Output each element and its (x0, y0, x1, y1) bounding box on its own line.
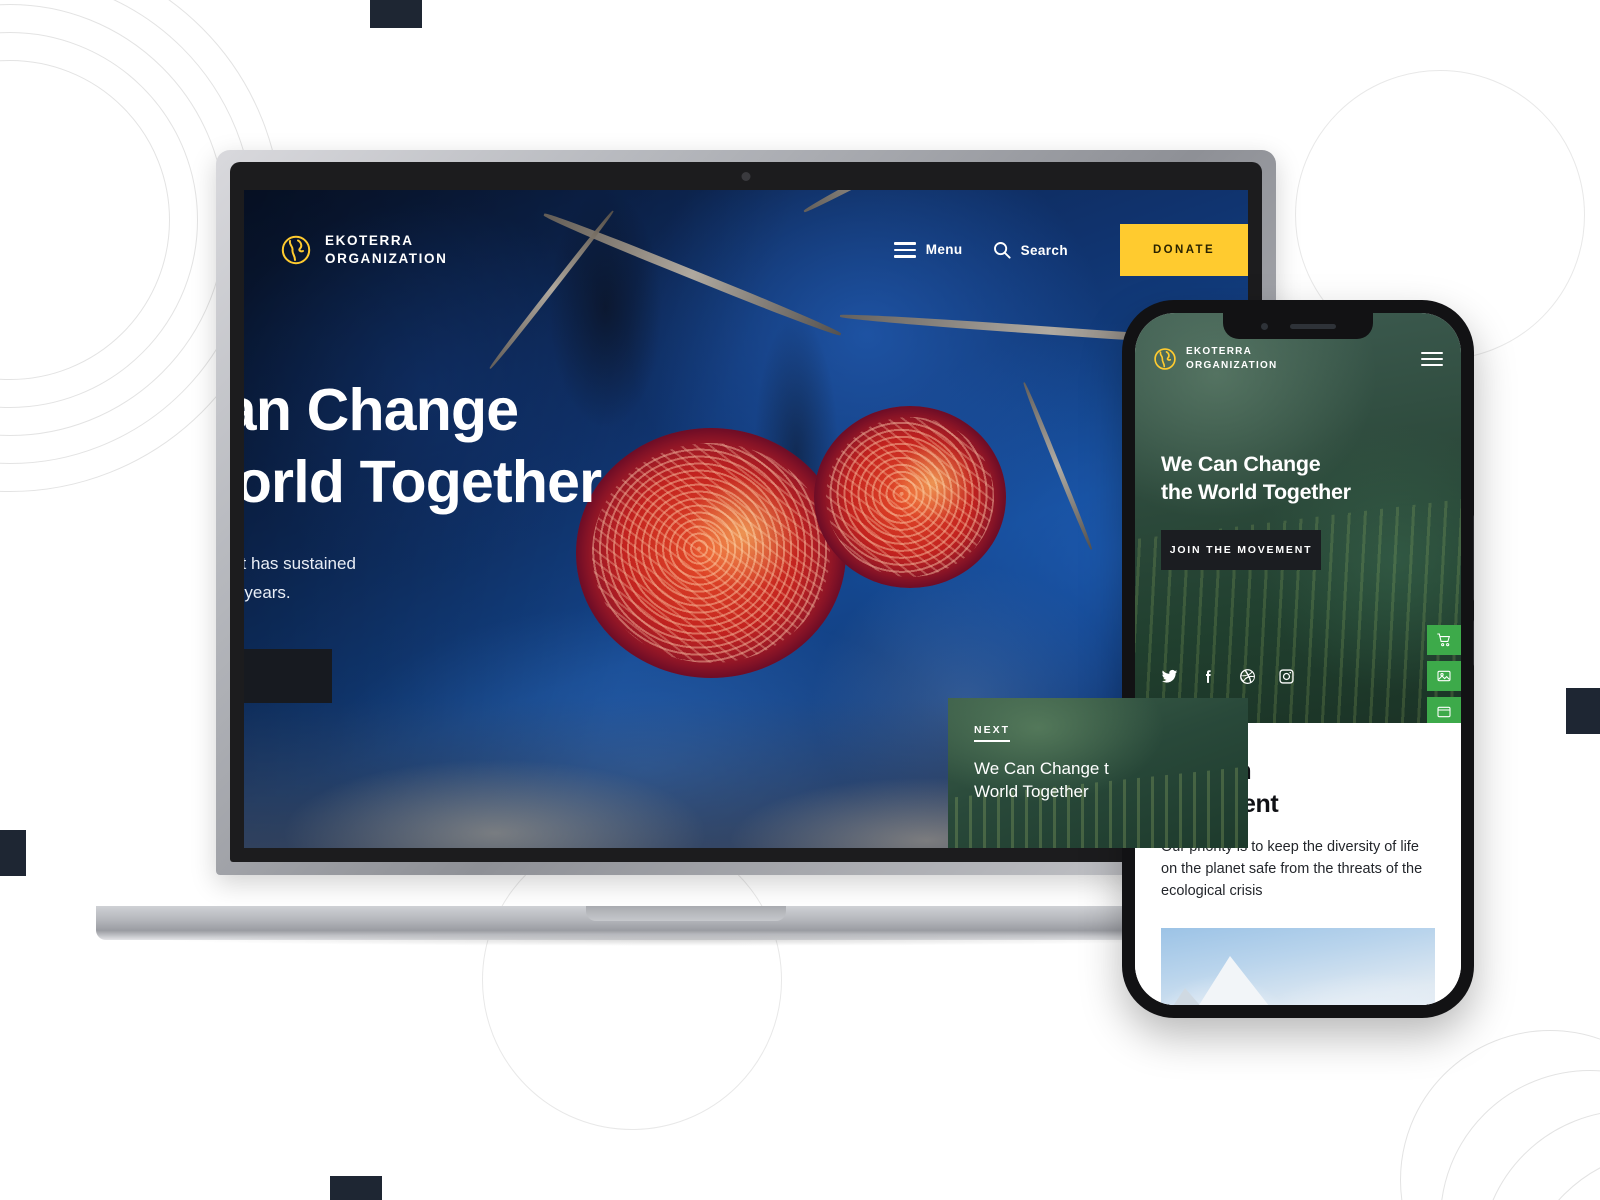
phone-hero-title-line-2: the World Together (1161, 479, 1351, 504)
cart-tab[interactable] (1427, 625, 1461, 655)
phone-hero-title: We Can Change the World Together (1161, 451, 1441, 506)
hero-subtitle: ce and it has sustained llions of years. (244, 549, 612, 607)
phone-notch (1223, 313, 1373, 339)
ring-decoration (1480, 1110, 1600, 1200)
donate-button[interactable]: DONATE (1120, 224, 1248, 276)
square-decoration (330, 1176, 382, 1200)
phone-header: EKOTERRA ORGANIZATION (1135, 339, 1461, 372)
square-decoration (0, 830, 26, 876)
laptop-shadow (156, 934, 1216, 946)
phone-hero-content: We Can Change the World Together JOIN TH… (1161, 451, 1441, 571)
square-decoration (1566, 688, 1600, 734)
phone-hero-title-line-1: We Can Change (1161, 452, 1321, 476)
laptop-screen: EKOTERRA ORGANIZATION Menu Search DONATE… (244, 190, 1248, 848)
twitter-icon[interactable] (1161, 668, 1178, 685)
side-tab-bar (1427, 625, 1461, 723)
mountain-image (1161, 928, 1435, 1005)
hamburger-icon[interactable] (1421, 351, 1443, 366)
hero-subtitle-line-1: ce and it has sustained (244, 553, 356, 573)
phone-screen: EKOTERRA ORGANIZATION We Can Change the … (1135, 313, 1461, 1005)
gallery-icon (1437, 670, 1451, 682)
hero-title-line-1: Can Change (244, 377, 519, 443)
search-icon (993, 242, 1011, 259)
laptop-mockup: EKOTERRA ORGANIZATION Menu Search DONATE… (96, 150, 1276, 946)
cart-icon (1437, 633, 1451, 647)
phone-brand-line-1: EKOTERRA (1186, 346, 1253, 357)
phone-brand-logo[interactable]: EKOTERRA ORGANIZATION (1153, 345, 1277, 372)
phone-power-button (1473, 515, 1474, 601)
brand-line-1: EKOTERRA (325, 232, 414, 248)
menu-button[interactable]: Menu (893, 242, 963, 258)
menu-label: Menu (925, 242, 963, 258)
join-movement-button[interactable]: JOIN THE MOVEMENT (1161, 530, 1321, 571)
window-icon (1437, 706, 1451, 718)
brand-name: EKOTERRA ORGANIZATION (325, 232, 447, 268)
mockup-canvas: EKOTERRA ORGANIZATION Menu Search DONATE… (0, 0, 1600, 1200)
facebook-icon[interactable] (1200, 668, 1217, 685)
hero-subtitle-line-2: llions of years. (244, 583, 291, 603)
ring-decoration (1400, 1030, 1600, 1200)
ring-decoration (1440, 1070, 1600, 1200)
square-decoration (370, 0, 422, 28)
site-header: EKOTERRA ORGANIZATION Menu Search DONATE (244, 190, 1248, 310)
hero-title-line-2: World Together (244, 448, 602, 515)
next-title-line-2: World Together (974, 781, 1089, 801)
earpiece-speaker-icon (1289, 323, 1336, 329)
social-links (1161, 668, 1295, 685)
webcam-icon (741, 172, 751, 181)
next-label: NEXT (974, 724, 1011, 742)
phone-volume-button (1473, 620, 1474, 666)
laptop-lid: EKOTERRA ORGANIZATION Menu Search DONATE… (216, 150, 1276, 875)
phone-brand-line-2: ORGANIZATION (1186, 359, 1278, 371)
search-button[interactable]: Search (993, 241, 1068, 259)
laptop-notch (586, 906, 786, 921)
search-label: Search (1020, 242, 1068, 258)
hero-title: Can Change World Together (244, 375, 962, 519)
globe-icon (1154, 347, 1176, 370)
hero-content: Can Change World Together ce and it has … (244, 375, 962, 708)
ring-decoration (1520, 1150, 1600, 1200)
mountain-peak-front (1171, 956, 1302, 1005)
phone-brand-name: EKOTERRA ORGANIZATION (1186, 345, 1277, 372)
hero-cta-button[interactable] (244, 649, 332, 704)
instagram-icon[interactable] (1278, 668, 1295, 685)
dribbble-icon[interactable] (1239, 668, 1256, 685)
brand-logo[interactable]: EKOTERRA ORGANIZATION (280, 232, 447, 268)
next-slide-card[interactable]: NEXT We Can Change t World Together (948, 698, 1248, 848)
next-title-line-1: We Can Change t (974, 759, 1109, 778)
nav-actions: Menu Search DONATE (893, 224, 1248, 276)
next-title: We Can Change t World Together (974, 758, 1248, 804)
brand-line-2: ORGANIZATION (325, 251, 448, 266)
gallery-tab[interactable] (1427, 661, 1461, 691)
front-camera-icon (1260, 322, 1268, 330)
window-tab[interactable] (1427, 697, 1461, 723)
phone-mockup: EKOTERRA ORGANIZATION We Can Change the … (1122, 300, 1474, 1018)
globe-icon (281, 235, 311, 265)
hamburger-icon (893, 242, 916, 258)
phone-hero-section: EKOTERRA ORGANIZATION We Can Change the … (1135, 313, 1461, 723)
laptop-bezel: EKOTERRA ORGANIZATION Menu Search DONATE… (230, 162, 1262, 862)
